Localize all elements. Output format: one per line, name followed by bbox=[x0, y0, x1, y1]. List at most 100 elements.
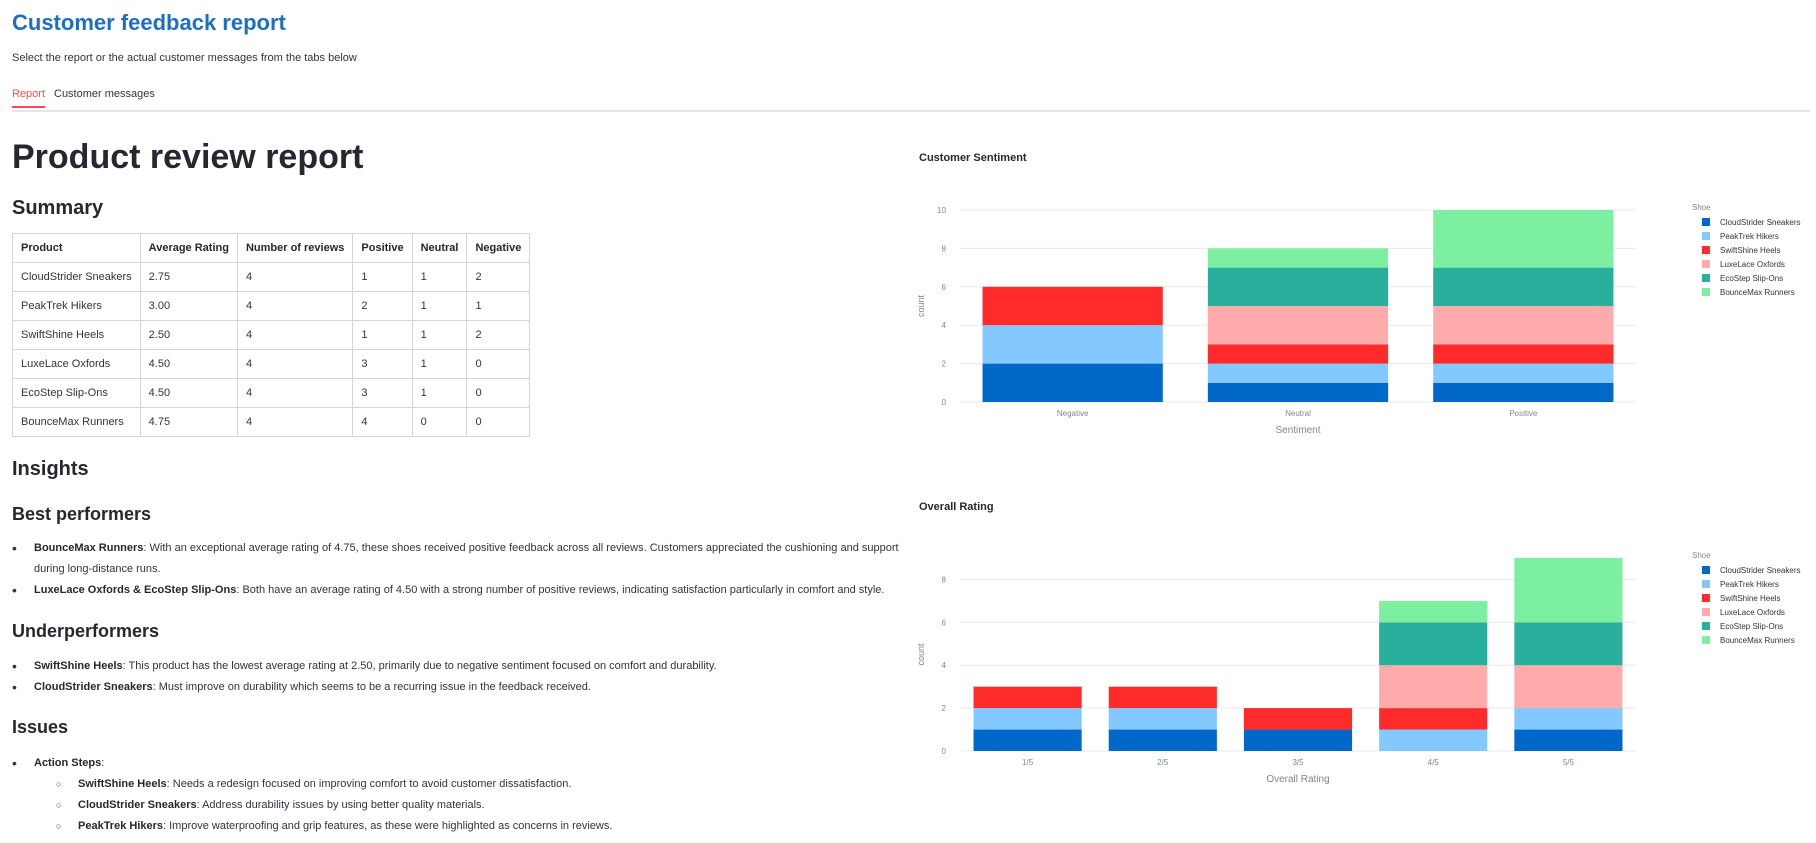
legend-label[interactable]: EcoStep Slip-Ons bbox=[1720, 274, 1783, 283]
bar-segment[interactable] bbox=[1108, 708, 1217, 730]
table-cell: 2 bbox=[466, 262, 531, 292]
bar-segment[interactable] bbox=[1433, 344, 1614, 364]
bar-segment[interactable] bbox=[982, 286, 1163, 326]
bar-segment[interactable] bbox=[1108, 686, 1217, 709]
bar-segment[interactable] bbox=[1379, 708, 1488, 730]
legend-label[interactable]: EcoStep Slip-Ons bbox=[1720, 622, 1783, 631]
bar-segment[interactable] bbox=[1379, 665, 1488, 709]
legend-label[interactable]: BounceMax Runners bbox=[1720, 288, 1795, 297]
table-cell: LuxeLace Oxfords bbox=[12, 349, 141, 379]
legend-label[interactable]: CloudStrider Sneakers bbox=[1720, 218, 1800, 227]
bar-segment[interactable] bbox=[1207, 248, 1389, 268]
bar-segment[interactable] bbox=[973, 729, 1082, 751]
table-row: BounceMax Runners 4.75 4 4 0 0 bbox=[12, 407, 531, 437]
legend-label[interactable]: CloudStrider Sneakers bbox=[1720, 566, 1800, 575]
table-cell: 3.00 bbox=[139, 291, 238, 321]
table-header-row: Product Average Rating Number of reviews… bbox=[12, 233, 531, 263]
rating-chart[interactable]: 0 2 4 6 8 1/5 2/5 3/5 4/5 5/5 Overall Rating count S… bbox=[912, 538, 1816, 808]
bar-segment[interactable] bbox=[1514, 558, 1623, 623]
table-cell: 4 bbox=[236, 349, 354, 379]
bar-segment[interactable] bbox=[1514, 622, 1623, 666]
legend-label[interactable]: BounceMax Runners bbox=[1720, 636, 1795, 645]
bar-segment[interactable] bbox=[982, 325, 1163, 364]
legend-swatch[interactable] bbox=[1702, 260, 1710, 268]
list-item-product: CloudStrider Sneakers bbox=[78, 799, 197, 811]
bar-segment[interactable] bbox=[1207, 306, 1389, 345]
bar-segment[interactable] bbox=[973, 708, 1082, 730]
bar-segment[interactable] bbox=[982, 363, 1163, 402]
bar-segment[interactable] bbox=[1433, 363, 1614, 383]
y-tick-label: 0 bbox=[942, 398, 947, 407]
legend-label[interactable]: LuxeLace Oxfords bbox=[1720, 608, 1785, 617]
x-tick-label: 4/5 bbox=[1428, 758, 1440, 767]
bar-segment[interactable] bbox=[1379, 729, 1488, 751]
table-cell: 1 bbox=[411, 320, 468, 350]
bar-segment[interactable] bbox=[1207, 267, 1389, 306]
bar-segment[interactable] bbox=[1433, 382, 1614, 402]
app-subtitle: Select the report or the actual customer… bbox=[12, 52, 357, 64]
bar-segment[interactable] bbox=[1514, 708, 1623, 730]
list-item-product: BounceMax Runners bbox=[34, 542, 144, 554]
list-item: SwiftShine Heels: This product has the l… bbox=[12, 656, 912, 677]
issues-list: Action Steps: SwiftShine Heels: Needs a … bbox=[12, 753, 912, 837]
table-cell: 0 bbox=[466, 378, 531, 408]
bar-segment[interactable] bbox=[1514, 729, 1623, 751]
bar-segment[interactable] bbox=[973, 686, 1082, 709]
legend-label[interactable]: SwiftShine Heels bbox=[1720, 594, 1780, 603]
table-cell: 4 bbox=[236, 407, 354, 437]
col-header-average-rating: Average Rating bbox=[139, 233, 238, 263]
bar-segment[interactable] bbox=[1433, 267, 1614, 306]
legend-swatch[interactable] bbox=[1702, 288, 1710, 296]
bar-segment[interactable] bbox=[1379, 622, 1488, 666]
app-title: Customer feedback report bbox=[12, 10, 286, 35]
legend-swatch[interactable] bbox=[1702, 622, 1710, 630]
y-tick-label: 8 bbox=[942, 244, 947, 253]
list-item: SwiftShine Heels: Needs a redesign focus… bbox=[34, 774, 912, 795]
list-item: CloudStrider Sneakers: Must improve on d… bbox=[12, 677, 912, 698]
tab-customer-messages[interactable]: Customer messages bbox=[54, 88, 155, 106]
bar-segment[interactable] bbox=[1108, 729, 1217, 751]
legend-swatch[interactable] bbox=[1702, 608, 1710, 616]
summary-table: Product Average Rating Number of reviews… bbox=[12, 233, 531, 437]
legend-label[interactable]: SwiftShine Heels bbox=[1720, 246, 1780, 255]
legend-label[interactable]: PeakTrek Hikers bbox=[1720, 580, 1779, 589]
legend-swatch[interactable] bbox=[1702, 580, 1710, 588]
x-tick-label: 5/5 bbox=[1563, 758, 1575, 767]
sentiment-chart[interactable]: 0 2 4 6 8 10 Negative Neutral Positive Sentiment c… bbox=[912, 190, 1816, 450]
list-item: PeakTrek Hikers: Improve waterproofing a… bbox=[34, 816, 912, 837]
legend-swatch[interactable] bbox=[1702, 218, 1710, 226]
y-tick-label: 4 bbox=[942, 661, 947, 670]
legend-swatch[interactable] bbox=[1702, 636, 1710, 644]
table-cell: 2.50 bbox=[139, 320, 238, 350]
bar-segment[interactable] bbox=[1433, 210, 1614, 268]
action-steps-colon: : bbox=[101, 757, 105, 769]
legend-label[interactable]: LuxeLace Oxfords bbox=[1720, 260, 1785, 269]
legend-label[interactable]: PeakTrek Hikers bbox=[1720, 232, 1779, 241]
tab-report[interactable]: Report bbox=[12, 88, 46, 108]
bar-segment[interactable] bbox=[1207, 382, 1389, 402]
list-item-text: : Needs a redesign focused on improving … bbox=[166, 778, 572, 790]
legend-swatch[interactable] bbox=[1702, 246, 1710, 254]
table-cell: 0 bbox=[411, 407, 468, 437]
list-item: CloudStrider Sneakers: Address durabilit… bbox=[34, 795, 912, 816]
legend-swatch[interactable] bbox=[1702, 594, 1710, 602]
legend-swatch[interactable] bbox=[1702, 566, 1710, 574]
x-tick-label: Positive bbox=[1509, 409, 1538, 418]
bar-segment[interactable] bbox=[1243, 729, 1353, 751]
table-cell: 1 bbox=[411, 291, 468, 321]
legend-swatch[interactable] bbox=[1702, 232, 1710, 240]
bar-segment[interactable] bbox=[1207, 363, 1389, 383]
x-tick-label: Negative bbox=[1057, 409, 1089, 418]
table-cell: SwiftShine Heels bbox=[12, 320, 141, 350]
bar-segment[interactable] bbox=[1379, 600, 1488, 623]
bar-segment[interactable] bbox=[1514, 665, 1623, 709]
y-axis-label: count bbox=[916, 294, 926, 317]
best-performers-heading: Best performers bbox=[12, 504, 152, 524]
x-axis-label: Overall Rating bbox=[1266, 774, 1329, 785]
bar-segment[interactable] bbox=[1433, 306, 1614, 345]
table-row: SwiftShine Heels 2.50 4 1 1 2 bbox=[12, 320, 531, 350]
bar-segment[interactable] bbox=[1243, 708, 1353, 730]
underperformers-heading: Underperformers bbox=[12, 621, 160, 641]
legend-swatch[interactable] bbox=[1702, 274, 1710, 282]
bar-segment[interactable] bbox=[1207, 344, 1389, 364]
